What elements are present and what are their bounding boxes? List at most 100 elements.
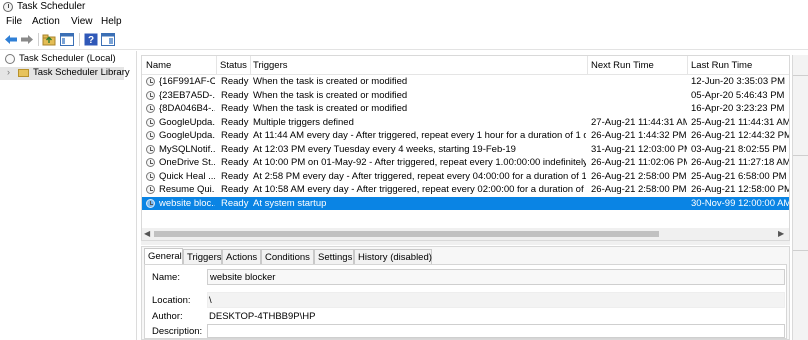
- general-tab-panel: Name: website blocker Location: \ Author…: [144, 264, 787, 339]
- menu-file[interactable]: File: [6, 16, 22, 27]
- actions-pane-divider: [793, 75, 808, 76]
- task-last-run: 12-Jun-20 3:35:03 PM: [691, 76, 786, 87]
- column-header-status[interactable]: Status: [220, 60, 247, 71]
- task-name: MySQLNotif...: [159, 143, 215, 155]
- forward-arrow-icon[interactable]: [20, 33, 34, 46]
- task-clock-icon: [146, 198, 155, 208]
- svg-text:?: ?: [88, 35, 94, 46]
- task-clock-icon: [146, 131, 155, 140]
- folder-icon: [18, 69, 29, 77]
- task-list-header: Name Status Triggers Next Run Time Last …: [142, 56, 789, 75]
- column-header-last-run-time[interactable]: Last Run Time: [691, 60, 752, 71]
- task-row[interactable]: Resume Qui... Ready At 10:58 AM every day …: [142, 183, 789, 197]
- scroll-right-arrow-icon[interactable]: ▶: [778, 229, 784, 238]
- column-header-name[interactable]: Name: [146, 60, 171, 71]
- column-divider[interactable]: [687, 56, 688, 74]
- task-last-run: 16-Apr-20 3:23:23 PM: [691, 103, 785, 114]
- column-divider[interactable]: [250, 56, 251, 74]
- toolbar-separator: [79, 33, 80, 46]
- task-triggers: When the task is created or modified: [253, 103, 408, 114]
- task-row[interactable]: GoogleUpda... Ready At 11:44 AM every day …: [142, 129, 789, 143]
- column-divider[interactable]: [587, 56, 588, 74]
- task-status: Ready: [221, 197, 249, 209]
- task-name: website bloc...: [159, 197, 215, 209]
- task-row[interactable]: {16F991AF-C... Ready When the task is crea…: [142, 75, 789, 89]
- tab-history[interactable]: History (disabled): [354, 249, 432, 264]
- task-status: Ready: [221, 143, 249, 155]
- chevron-right-icon[interactable]: ›: [7, 67, 10, 77]
- task-row[interactable]: website bloc... Ready At system startup 30-…: [142, 196, 789, 210]
- name-field[interactable]: website blocker: [207, 269, 785, 285]
- column-divider[interactable]: [216, 56, 217, 74]
- back-arrow-icon[interactable]: [4, 33, 18, 46]
- task-clock-icon: [146, 185, 155, 194]
- task-triggers: When the task is created or modified: [253, 89, 408, 101]
- task-next-run: 31-Aug-21 12:03:00 PM: [591, 143, 687, 155]
- horizontal-scrollbar[interactable]: ◀ ▶: [142, 228, 789, 240]
- task-row[interactable]: GoogleUpda... Ready Multiple triggers defi…: [142, 116, 789, 130]
- task-row[interactable]: Quick Heal ... Ready At 2:58 PM every day …: [142, 170, 789, 184]
- task-next-run: 26-Aug-21 2:58:00 PM: [591, 184, 687, 195]
- actions-pane-divider: [793, 155, 808, 156]
- tab-actions[interactable]: Actions: [222, 249, 261, 264]
- author-label: Author:: [152, 311, 183, 322]
- tab-triggers[interactable]: Triggers: [183, 249, 222, 264]
- task-row[interactable]: MySQLNotif... Ready At 12:03 PM every Tues…: [142, 143, 789, 157]
- action-pane-icon[interactable]: [101, 33, 115, 46]
- task-triggers: At 10:58 AM every day - After triggered,…: [253, 184, 586, 195]
- task-status: Ready: [221, 103, 249, 114]
- column-header-next-run-time[interactable]: Next Run Time: [591, 60, 654, 71]
- task-row[interactable]: {23EB7A5D-... Ready When the task is creat…: [142, 89, 789, 103]
- tree-item-label: Task Scheduler Library: [33, 67, 130, 78]
- help-icon[interactable]: ?: [84, 33, 98, 46]
- tab-conditions[interactable]: Conditions: [261, 249, 314, 264]
- pane-splitter[interactable]: [141, 241, 790, 245]
- task-clock-icon: [146, 90, 155, 100]
- name-value: website blocker: [210, 272, 276, 283]
- task-triggers: At 12:03 PM every Tuesday every 4 weeks,…: [253, 143, 516, 155]
- task-row[interactable]: OneDrive St... Ready At 10:00 PM on 01-May…: [142, 156, 789, 170]
- task-triggers: At 10:00 PM on 01-May-92 - After trigger…: [253, 157, 586, 168]
- task-clock-icon: [146, 144, 155, 154]
- task-last-run: 03-Aug-21 8:02:55 PM: [691, 143, 787, 155]
- title-bar: Task Scheduler: [0, 0, 808, 14]
- task-name: GoogleUpda...: [159, 116, 215, 128]
- description-label: Description:: [152, 326, 203, 337]
- task-clock-icon: [146, 171, 155, 181]
- horizontal-scroll-thumb[interactable]: [154, 231, 659, 237]
- task-name: Resume Qui...: [159, 184, 215, 195]
- task-clock-icon: [146, 117, 155, 127]
- tab-general[interactable]: General: [144, 248, 183, 265]
- task-name: {8DA046B4-...: [159, 103, 215, 114]
- task-status: Ready: [221, 89, 249, 101]
- task-next-run: 27-Aug-21 11:44:31 AM: [591, 116, 687, 128]
- task-status: Ready: [221, 184, 249, 195]
- scroll-left-arrow-icon[interactable]: ◀: [144, 229, 150, 238]
- column-header-triggers[interactable]: Triggers: [253, 60, 288, 71]
- location-label: Location:: [152, 295, 191, 306]
- task-name: {23EB7A5D-...: [159, 89, 215, 101]
- tree-item-task-scheduler-local[interactable]: Task Scheduler (Local): [0, 53, 136, 66]
- console-tree-icon[interactable]: [60, 33, 74, 46]
- menu-view[interactable]: View: [71, 16, 93, 27]
- tree-item-task-scheduler-library[interactable]: › Task Scheduler Library: [0, 67, 130, 80]
- task-triggers: At system startup: [253, 197, 327, 209]
- author-value: DESKTOP-4THBB9P\HP: [209, 311, 316, 322]
- description-field[interactable]: [207, 324, 785, 338]
- toolbar: ?: [0, 30, 808, 50]
- task-status: Ready: [221, 116, 249, 128]
- menu-action[interactable]: Action: [32, 16, 60, 27]
- menu-bar: File Action View Help: [0, 15, 808, 29]
- location-field: \: [207, 292, 785, 308]
- tab-settings[interactable]: Settings: [314, 249, 354, 264]
- task-row[interactable]: {8DA046B4-... Ready When the task is creat…: [142, 102, 789, 116]
- up-folder-icon[interactable]: [42, 33, 56, 46]
- task-status: Ready: [221, 157, 249, 168]
- task-triggers: When the task is created or modified: [253, 76, 408, 87]
- task-next-run: 26-Aug-21 2:58:00 PM: [591, 170, 687, 182]
- task-triggers: At 11:44 AM every day - After triggered,…: [253, 130, 586, 141]
- task-clock-icon: [146, 77, 155, 86]
- menu-help[interactable]: Help: [101, 16, 122, 27]
- task-next-run: 26-Aug-21 1:44:32 PM: [591, 130, 687, 141]
- task-name: OneDrive St...: [159, 157, 215, 168]
